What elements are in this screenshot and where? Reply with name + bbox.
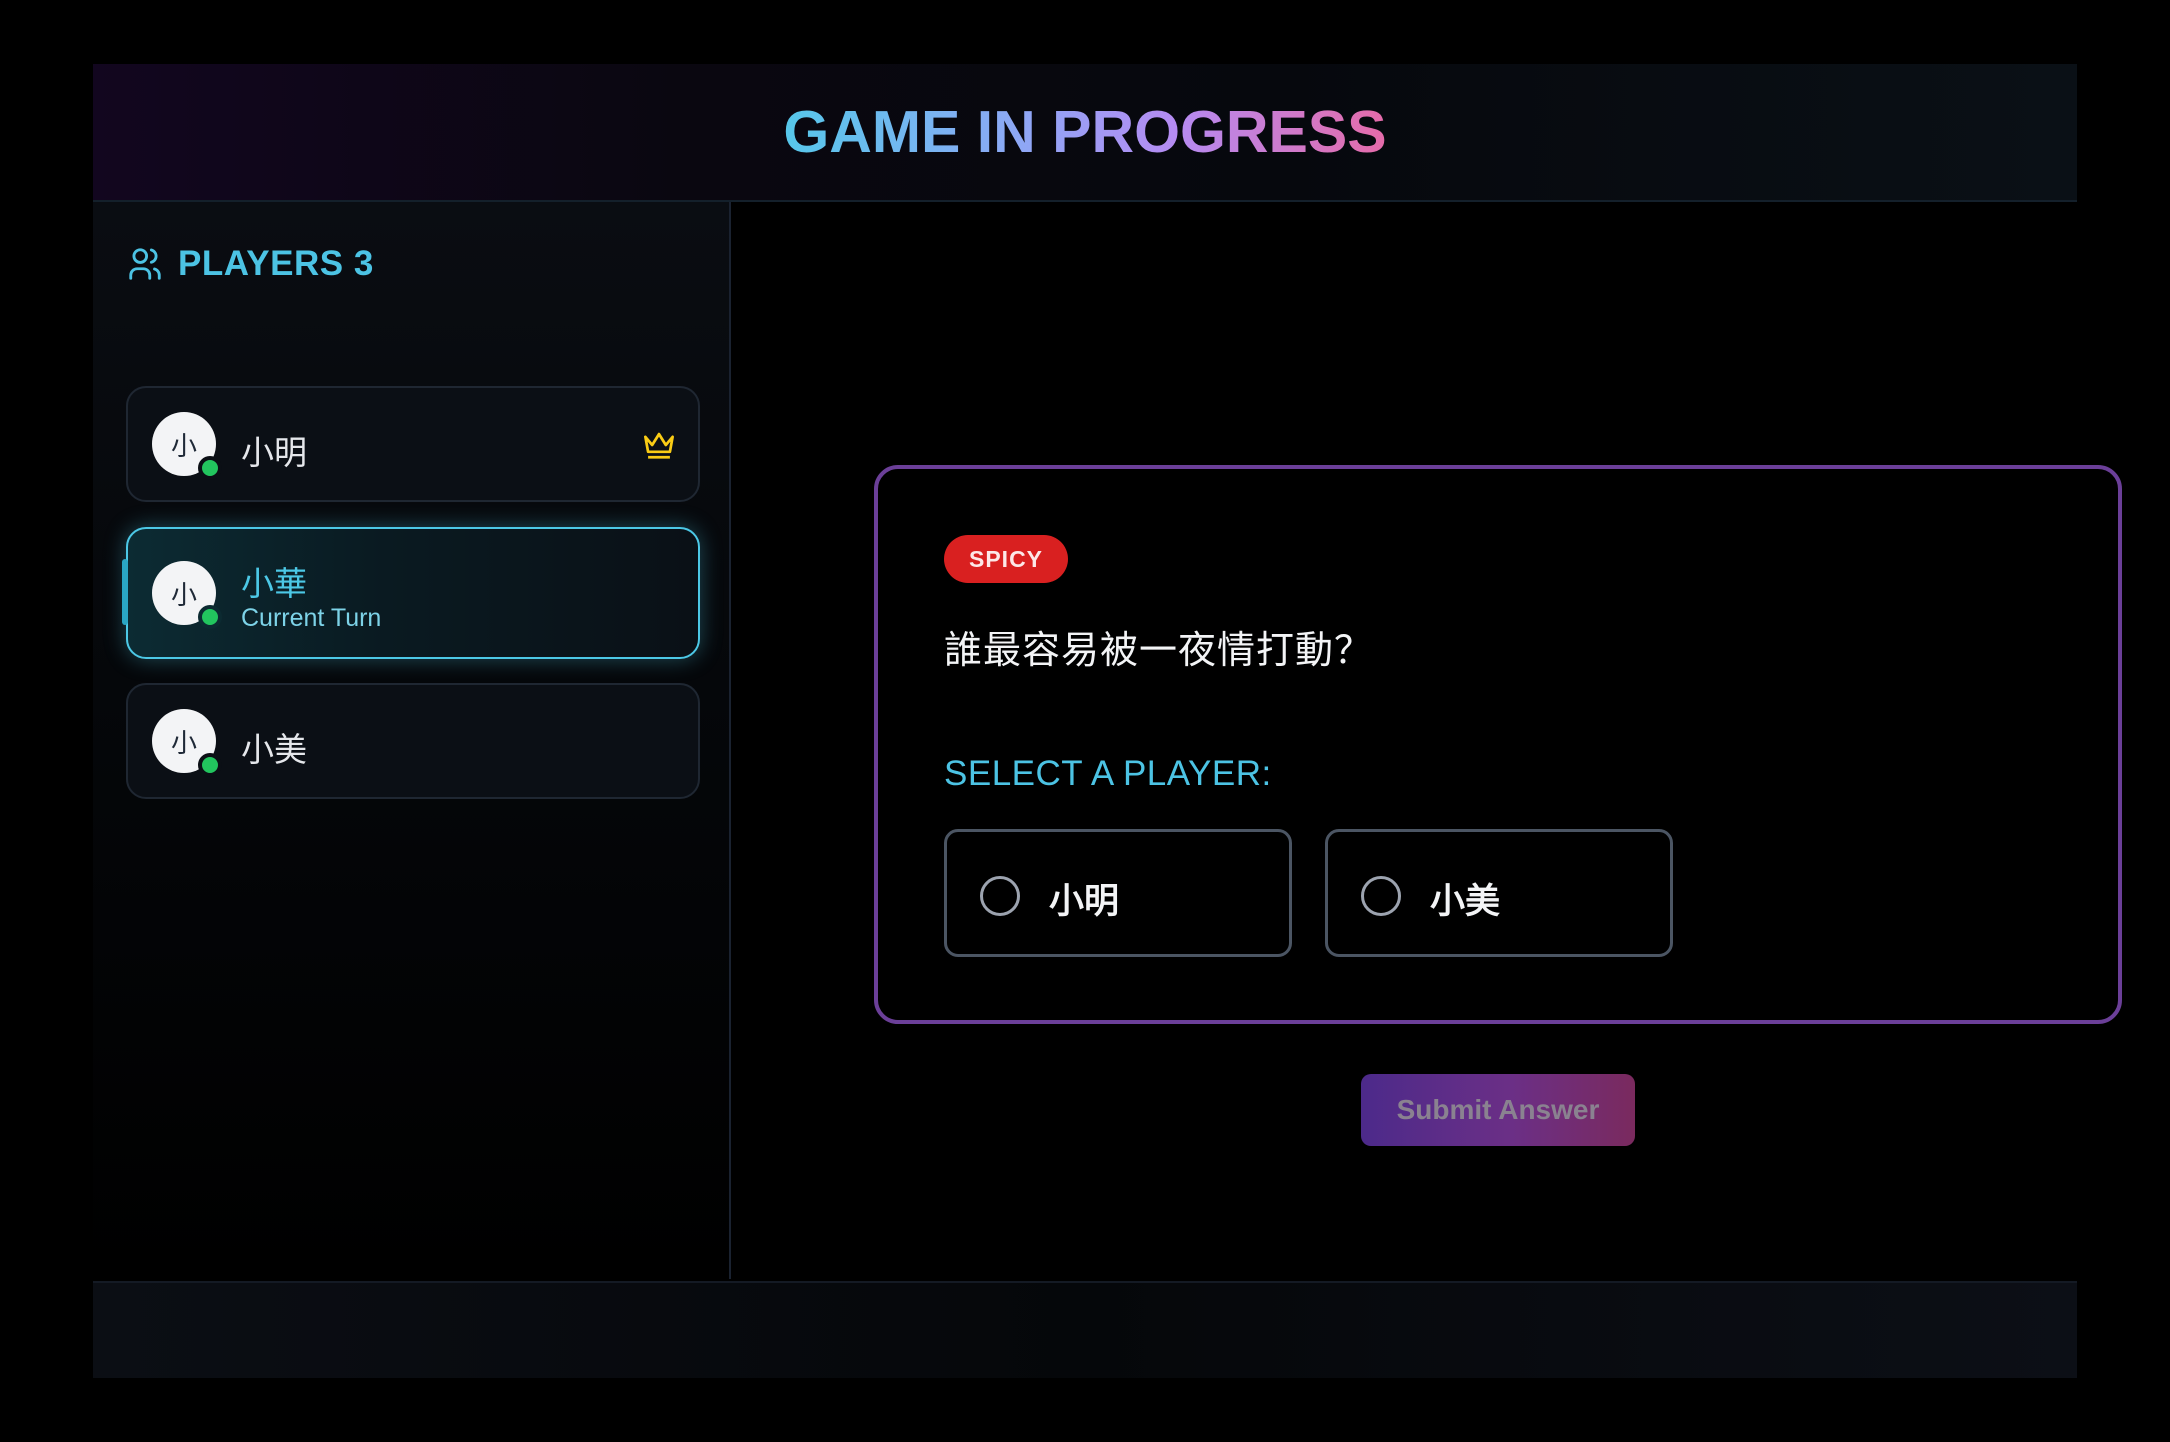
page-title: GAME IN PROGRESS [783,99,1387,165]
avatar: 小 [152,709,222,777]
online-status-dot [198,605,222,629]
player-name: 小明 [241,433,307,472]
radio-button[interactable] [1361,876,1401,916]
player-card-current-turn[interactable]: 小 小華 Current Turn [122,527,700,659]
footer-bar [93,1281,2077,1378]
radio-button[interactable] [980,876,1020,916]
select-player-label: SELECT A PLAYER: [944,754,1272,793]
online-status-dot [198,456,222,480]
header-bar: GAME IN PROGRESS [93,64,2077,202]
players-header: PLAYERS 3 [126,244,374,284]
option-label: 小美 [1430,882,1501,922]
crown-icon [644,432,674,459]
player-card[interactable]: 小 小美 [126,683,700,799]
question-text: 誰最容易被一夜情打動？ [944,628,1374,672]
active-turn-marker [122,559,128,625]
player-name: 小美 [241,730,307,769]
player-name: 小華 [241,564,307,603]
answer-option[interactable]: 小美 [1325,829,1673,957]
current-turn-label: Current Turn [241,604,382,632]
avatar-initial: 小 [170,580,197,611]
game-app: GAME IN PROGRESS PLAYERS 3 小 小明 小 小華 Cur… [93,64,2122,1378]
spicy-badge: SPICY [944,535,1069,583]
avatar: 小 [152,561,222,629]
submit-answer-button[interactable]: Submit Answer [1361,1074,1635,1146]
players-sidebar: PLAYERS 3 小 小明 小 小華 Current Turn 小 小美 [93,202,731,1279]
avatar-initial: 小 [170,728,197,759]
player-card[interactable]: 小 小明 [126,386,700,502]
answer-option[interactable]: 小明 [944,829,1292,957]
option-label: 小明 [1049,882,1120,922]
avatar-initial: 小 [170,431,197,462]
players-count-title: PLAYERS 3 [178,244,374,283]
question-card: SPICY 誰最容易被一夜情打動？ SELECT A PLAYER: 小明 小美 [874,465,2122,1024]
users-icon [129,248,161,280]
avatar: 小 [152,412,222,480]
online-status-dot [198,753,222,777]
